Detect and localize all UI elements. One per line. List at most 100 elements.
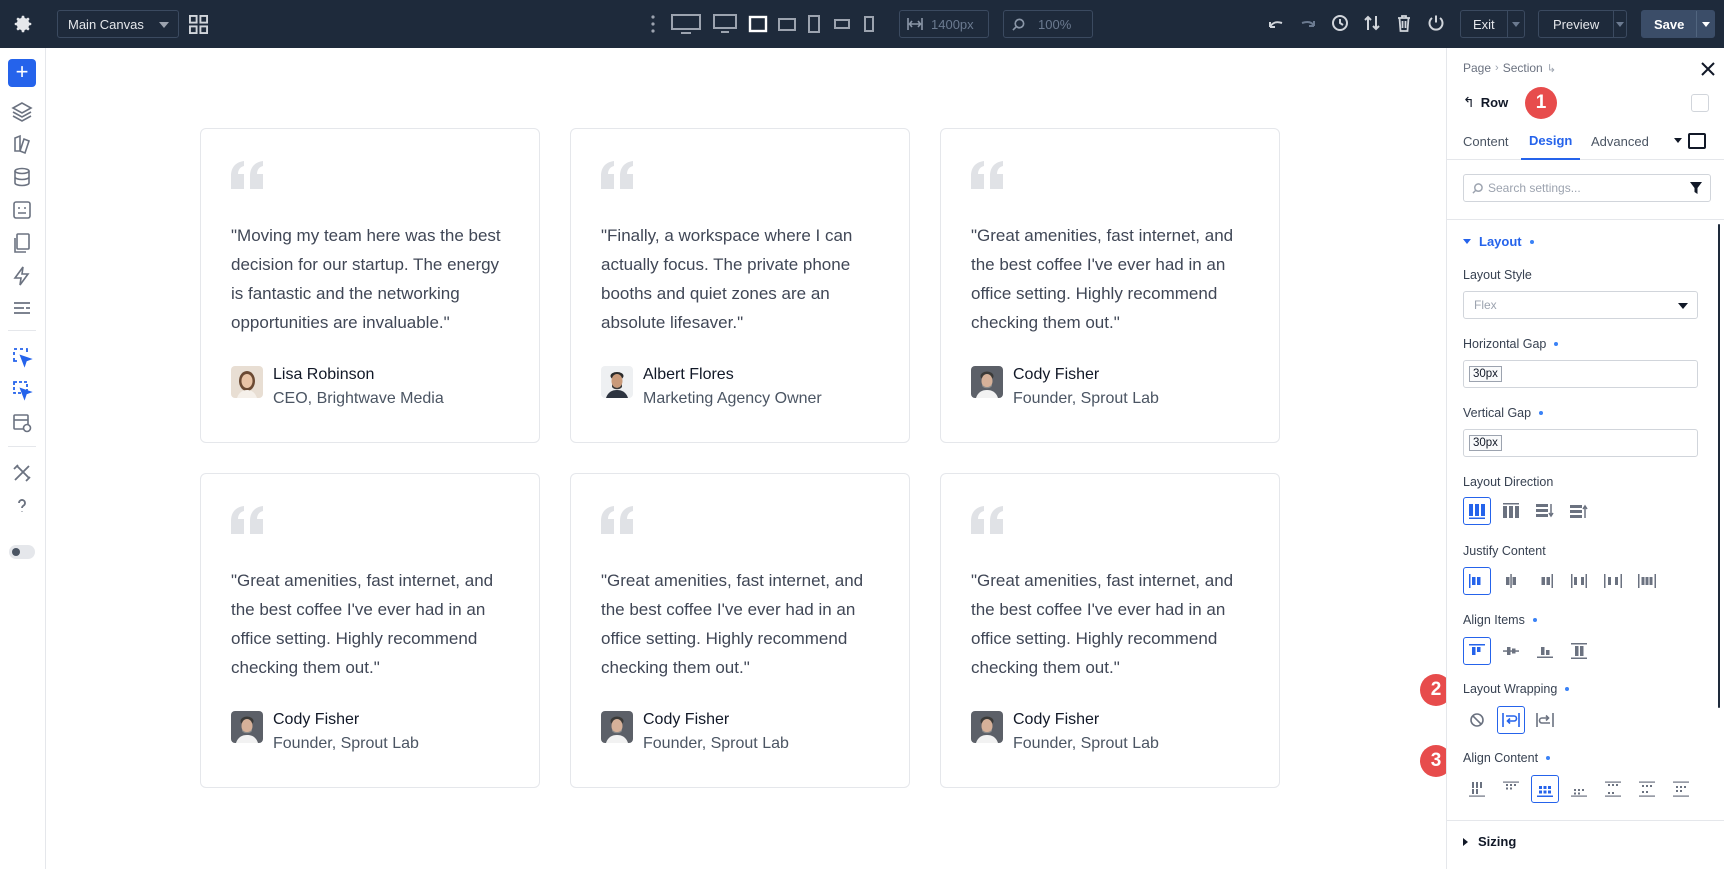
align-content-center-icon <box>1537 786 1553 797</box>
align-end-option[interactable] <box>1531 637 1559 665</box>
width-arrows-icon <box>907 18 923 30</box>
testimonial-card[interactable]: "Great amenities, fast internet, and the… <box>570 473 910 788</box>
justify-space-around-option[interactable] <box>1599 567 1627 595</box>
direction-column-option[interactable] <box>1531 497 1559 525</box>
align-content-end-option[interactable] <box>1565 775 1593 803</box>
panel-divider <box>1447 219 1724 220</box>
preview-dropdown-toggle[interactable] <box>1613 11 1626 37</box>
align-content-start-option[interactable] <box>1497 775 1525 803</box>
tab-dropdown-icon[interactable] <box>1674 138 1682 143</box>
layout-group-toggle[interactable]: Layout <box>1463 234 1534 249</box>
select-multiple-icon[interactable] <box>11 379 33 401</box>
panel-mode-icon[interactable] <box>1688 133 1706 149</box>
align-content-space-evenly-icon <box>1673 781 1689 797</box>
direction-row-reverse-option[interactable] <box>1497 497 1525 525</box>
justify-center-option[interactable] <box>1497 567 1525 595</box>
justify-space-between-option[interactable] <box>1565 567 1593 595</box>
testimonial-quote: "Great amenities, fast internet, and the… <box>971 571 1234 677</box>
breadcrumb-section[interactable]: Section <box>1503 61 1543 75</box>
sizing-group-toggle[interactable]: Sizing <box>1463 834 1516 849</box>
align-content-center-option[interactable] <box>1531 775 1559 803</box>
testimonial-name: Cody Fisher <box>273 711 360 728</box>
align-start-option[interactable] <box>1463 637 1491 665</box>
panel-scrollbar[interactable] <box>1718 224 1720 708</box>
back-arrow-icon[interactable]: ↰ <box>1463 94 1475 111</box>
direction-column-reverse-option[interactable] <box>1565 497 1593 525</box>
justify-start-option[interactable] <box>1463 567 1491 595</box>
gear-icon[interactable] <box>12 13 34 35</box>
history-icon[interactable] <box>1331 14 1349 32</box>
layout-style-select[interactable]: Flex <box>1463 291 1698 319</box>
align-content-space-around-option[interactable] <box>1633 775 1661 803</box>
lightning-icon[interactable] <box>11 265 33 287</box>
testimonial-card[interactable]: "Great amenities, fast internet, and the… <box>940 128 1280 443</box>
trash-icon[interactable] <box>1396 14 1412 32</box>
no-wrap-option[interactable] <box>1463 706 1491 734</box>
grid-icon[interactable] <box>189 15 208 34</box>
laptop-icon[interactable] <box>748 14 768 34</box>
power-icon[interactable] <box>1427 14 1445 32</box>
filter-icon[interactable] <box>1690 182 1702 194</box>
dark-mode-toggle[interactable] <box>9 545 35 559</box>
horizontal-gap-input[interactable]: 30px <box>1463 360 1698 388</box>
vertical-gap-input[interactable]: 30px <box>1463 429 1698 457</box>
redo-icon[interactable] <box>1299 14 1317 32</box>
direction-row-option[interactable] <box>1463 497 1491 525</box>
wrap-reverse-option[interactable] <box>1531 706 1559 734</box>
canvas-width-field[interactable]: 1400px <box>899 10 989 38</box>
undo-icon[interactable] <box>1267 14 1285 32</box>
tablet-portrait-icon[interactable] <box>808 14 820 34</box>
presets-icon[interactable] <box>11 298 33 320</box>
chevron-down-icon <box>1701 21 1710 27</box>
align-items-options <box>1463 636 1599 666</box>
tools-icon[interactable] <box>11 462 33 484</box>
wrap-option[interactable] <box>1497 706 1525 734</box>
align-content-options <box>1463 774 1701 804</box>
tab-content[interactable]: Content <box>1455 122 1517 160</box>
element-options-icon[interactable] <box>1691 94 1709 112</box>
tab-advanced[interactable]: Advanced <box>1583 122 1657 160</box>
template-settings-icon[interactable] <box>11 412 33 434</box>
phone-landscape-icon[interactable] <box>834 14 850 34</box>
tab-design[interactable]: Design <box>1521 122 1581 160</box>
save-dropdown-toggle[interactable] <box>1696 11 1714 37</box>
align-content-space-evenly-option[interactable] <box>1667 775 1695 803</box>
search-settings-input[interactable]: Search settings... <box>1463 174 1711 202</box>
variables-icon[interactable] <box>11 199 33 221</box>
testimonial-card[interactable]: "Finally, a workspace where I can actual… <box>570 128 910 443</box>
tablet-landscape-icon[interactable] <box>778 14 796 34</box>
save-button[interactable]: Save <box>1641 10 1715 38</box>
justify-space-evenly-option[interactable] <box>1633 567 1661 595</box>
align-center-option[interactable] <box>1497 637 1525 665</box>
add-element-button[interactable]: + <box>8 59 36 87</box>
canvas-select[interactable]: Main Canvas <box>57 10 179 38</box>
desktop-icon[interactable] <box>713 14 737 34</box>
more-vertical-icon[interactable] <box>650 14 656 34</box>
breadcrumb-page[interactable]: Page <box>1463 61 1491 75</box>
select-element-icon[interactable] <box>11 346 33 368</box>
database-icon[interactable] <box>11 166 33 188</box>
widescreen-icon[interactable] <box>671 14 701 34</box>
align-content-space-between-option[interactable] <box>1599 775 1627 803</box>
theme-builder-icon[interactable] <box>11 133 33 155</box>
preview-button[interactable]: Preview <box>1538 10 1627 38</box>
exit-button[interactable]: Exit <box>1460 10 1525 38</box>
close-icon[interactable] <box>1700 61 1716 77</box>
pages-icon[interactable] <box>11 232 33 254</box>
layers-icon[interactable] <box>11 100 33 122</box>
align-content-stretch-option[interactable] <box>1463 775 1491 803</box>
testimonial-card[interactable]: "Great amenities, fast internet, and the… <box>940 473 1280 788</box>
testimonial-card[interactable]: "Great amenities, fast internet, and the… <box>200 473 540 788</box>
help-icon[interactable] <box>11 495 33 517</box>
align-stretch-option[interactable] <box>1565 637 1593 665</box>
testimonial-quote: "Great amenities, fast internet, and the… <box>231 571 494 677</box>
align-content-end-icon <box>1571 789 1587 797</box>
exit-dropdown-toggle[interactable] <box>1506 11 1524 37</box>
phone-portrait-icon[interactable] <box>864 14 874 34</box>
avatar <box>601 711 633 743</box>
testimonial-card[interactable]: "Moving my team here was the best decisi… <box>200 128 540 443</box>
align-content-start-icon <box>1503 781 1519 790</box>
sort-arrows-icon[interactable] <box>1363 14 1381 32</box>
justify-end-option[interactable] <box>1531 567 1559 595</box>
zoom-field[interactable]: 100% <box>1003 10 1093 38</box>
